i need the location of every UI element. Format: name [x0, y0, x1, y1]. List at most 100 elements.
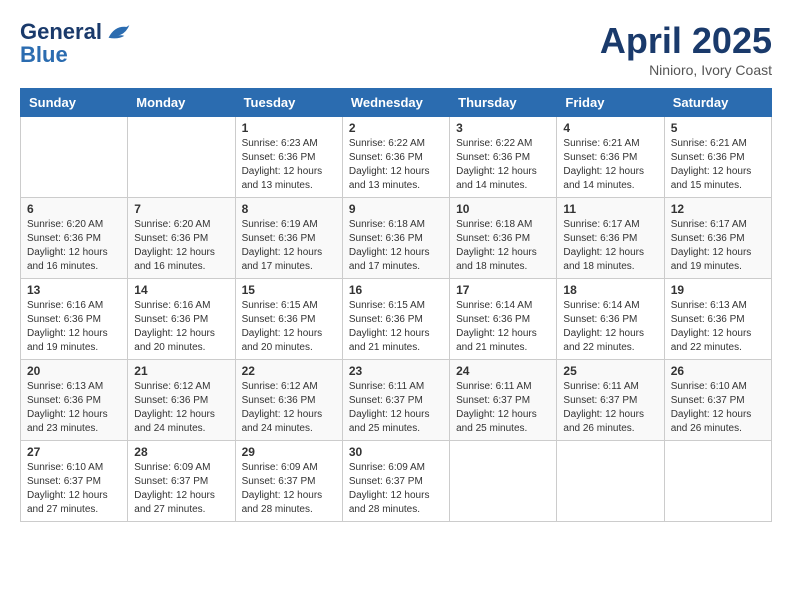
day-info: Sunrise: 6:15 AMSunset: 6:36 PMDaylight:… — [242, 299, 336, 355]
week-row-5: 27Sunrise: 6:10 AMSunset: 6:37 PMDayligh… — [21, 441, 772, 522]
day-number: 1 — [242, 121, 336, 135]
day-number: 24 — [456, 364, 550, 378]
day-cell: 2 Sunrise: 6:22 AMSunset: 6:36 PMDaylight… — [342, 117, 449, 198]
day-number: 16 — [349, 283, 443, 297]
day-cell: 13Sunrise: 6:16 AMSunset: 6:36 PMDayligh… — [21, 279, 128, 360]
day-cell: 10 Sunrise: 6:18 AMSunset: 6:36 PMDayligh… — [450, 198, 557, 279]
day-number: 8 — [242, 202, 336, 216]
day-info: Sunrise: 6:22 AMSunset: 6:36 PMDaylight:… — [349, 137, 443, 193]
day-number: 9 — [349, 202, 443, 216]
day-number: 19 — [671, 283, 765, 297]
day-info: Sunrise: 6:11 AMSunset: 6:37 PMDaylight:… — [349, 380, 443, 436]
day-info: Sunrise: 6:15 AMSunset: 6:36 PMDaylight:… — [349, 299, 443, 355]
week-row-1: 1 Sunrise: 6:23 AMSunset: 6:36 PMDaylight… — [21, 117, 772, 198]
day-cell: 5 Sunrise: 6:21 AMSunset: 6:36 PMDaylight… — [664, 117, 771, 198]
weekday-header-tuesday: Tuesday — [235, 89, 342, 117]
logo-text: General — [20, 20, 132, 44]
day-number: 25 — [563, 364, 657, 378]
day-cell — [664, 441, 771, 522]
day-info: Sunrise: 6:18 AMSunset: 6:36 PMDaylight:… — [456, 218, 550, 274]
day-info: Sunrise: 6:09 AMSunset: 6:37 PMDaylight:… — [242, 461, 336, 517]
day-cell: 14Sunrise: 6:16 AMSunset: 6:36 PMDayligh… — [128, 279, 235, 360]
day-cell: 11 Sunrise: 6:17 AMSunset: 6:36 PMDayligh… — [557, 198, 664, 279]
day-number: 18 — [563, 283, 657, 297]
day-number: 7 — [134, 202, 228, 216]
day-number: 2 — [349, 121, 443, 135]
day-number: 27 — [27, 445, 121, 459]
day-cell — [450, 441, 557, 522]
day-info: Sunrise: 6:18 AMSunset: 6:36 PMDaylight:… — [349, 218, 443, 274]
day-cell: 22 Sunrise: 6:12 AMSunset: 6:36 PMDayligh… — [235, 360, 342, 441]
day-cell — [128, 117, 235, 198]
logo: General Blue — [20, 20, 132, 66]
day-cell: 21 Sunrise: 6:12 AMSunset: 6:36 PMDayligh… — [128, 360, 235, 441]
day-cell: 17Sunrise: 6:14 AMSunset: 6:36 PMDayligh… — [450, 279, 557, 360]
day-number: 20 — [27, 364, 121, 378]
week-row-4: 20Sunrise: 6:13 AMSunset: 6:36 PMDayligh… — [21, 360, 772, 441]
day-cell: 7 Sunrise: 6:20 AMSunset: 6:36 PMDaylight… — [128, 198, 235, 279]
day-cell — [557, 441, 664, 522]
weekday-header-saturday: Saturday — [664, 89, 771, 117]
day-cell: 1 Sunrise: 6:23 AMSunset: 6:36 PMDaylight… — [235, 117, 342, 198]
day-cell: 18 Sunrise: 6:14 AMSunset: 6:36 PMDayligh… — [557, 279, 664, 360]
day-info: Sunrise: 6:17 AMSunset: 6:36 PMDaylight:… — [671, 218, 765, 274]
day-info: Sunrise: 6:21 AMSunset: 6:36 PMDaylight:… — [671, 137, 765, 193]
day-info: Sunrise: 6:23 AMSunset: 6:36 PMDaylight:… — [242, 137, 336, 193]
day-number: 26 — [671, 364, 765, 378]
day-info: Sunrise: 6:09 AMSunset: 6:37 PMDaylight:… — [134, 461, 228, 517]
weekday-header-wednesday: Wednesday — [342, 89, 449, 117]
title-block: April 2025 Ninioro, Ivory Coast — [600, 20, 772, 78]
day-cell: 4 Sunrise: 6:21 AMSunset: 6:36 PMDaylight… — [557, 117, 664, 198]
day-info: Sunrise: 6:11 AMSunset: 6:37 PMDaylight:… — [456, 380, 550, 436]
day-cell: 27Sunrise: 6:10 AMSunset: 6:37 PMDayligh… — [21, 441, 128, 522]
day-info: Sunrise: 6:10 AMSunset: 6:37 PMDaylight:… — [671, 380, 765, 436]
day-cell: 29 Sunrise: 6:09 AMSunset: 6:37 PMDayligh… — [235, 441, 342, 522]
day-cell: 28 Sunrise: 6:09 AMSunset: 6:37 PMDayligh… — [128, 441, 235, 522]
day-cell: 23Sunrise: 6:11 AMSunset: 6:37 PMDayligh… — [342, 360, 449, 441]
day-info: Sunrise: 6:14 AMSunset: 6:36 PMDaylight:… — [456, 299, 550, 355]
day-info: Sunrise: 6:11 AMSunset: 6:37 PMDaylight:… — [563, 380, 657, 436]
day-info: Sunrise: 6:17 AMSunset: 6:36 PMDaylight:… — [563, 218, 657, 274]
day-number: 22 — [242, 364, 336, 378]
week-row-2: 6 Sunrise: 6:20 AMSunset: 6:36 PMDaylight… — [21, 198, 772, 279]
day-info: Sunrise: 6:14 AMSunset: 6:36 PMDaylight:… — [563, 299, 657, 355]
day-info: Sunrise: 6:09 AMSunset: 6:37 PMDaylight:… — [349, 461, 443, 517]
day-cell: 20Sunrise: 6:13 AMSunset: 6:36 PMDayligh… — [21, 360, 128, 441]
weekday-header-sunday: Sunday — [21, 89, 128, 117]
day-number: 28 — [134, 445, 228, 459]
logo-blue: Blue — [20, 44, 132, 66]
day-info: Sunrise: 6:21 AMSunset: 6:36 PMDaylight:… — [563, 137, 657, 193]
day-number: 14 — [134, 283, 228, 297]
day-cell: 26 Sunrise: 6:10 AMSunset: 6:37 PMDayligh… — [664, 360, 771, 441]
day-info: Sunrise: 6:20 AMSunset: 6:36 PMDaylight:… — [134, 218, 228, 274]
logo-bird-icon — [104, 22, 132, 44]
calendar-table: SundayMondayTuesdayWednesdayThursdayFrid… — [20, 88, 772, 522]
day-info: Sunrise: 6:12 AMSunset: 6:36 PMDaylight:… — [242, 380, 336, 436]
day-number: 4 — [563, 121, 657, 135]
day-cell: 8 Sunrise: 6:19 AMSunset: 6:36 PMDaylight… — [235, 198, 342, 279]
week-row-3: 13Sunrise: 6:16 AMSunset: 6:36 PMDayligh… — [21, 279, 772, 360]
day-cell: 19Sunrise: 6:13 AMSunset: 6:36 PMDayligh… — [664, 279, 771, 360]
day-cell — [21, 117, 128, 198]
weekday-header-friday: Friday — [557, 89, 664, 117]
day-info: Sunrise: 6:12 AMSunset: 6:36 PMDaylight:… — [134, 380, 228, 436]
weekday-header-row: SundayMondayTuesdayWednesdayThursdayFrid… — [21, 89, 772, 117]
day-number: 10 — [456, 202, 550, 216]
day-cell: 9 Sunrise: 6:18 AMSunset: 6:36 PMDaylight… — [342, 198, 449, 279]
day-number: 13 — [27, 283, 121, 297]
day-number: 12 — [671, 202, 765, 216]
day-cell: 30Sunrise: 6:09 AMSunset: 6:37 PMDayligh… — [342, 441, 449, 522]
day-number: 11 — [563, 202, 657, 216]
day-info: Sunrise: 6:22 AMSunset: 6:36 PMDaylight:… — [456, 137, 550, 193]
day-info: Sunrise: 6:19 AMSunset: 6:36 PMDaylight:… — [242, 218, 336, 274]
day-cell: 24 Sunrise: 6:11 AMSunset: 6:37 PMDayligh… — [450, 360, 557, 441]
weekday-header-monday: Monday — [128, 89, 235, 117]
day-number: 29 — [242, 445, 336, 459]
day-cell: 3Sunrise: 6:22 AMSunset: 6:36 PMDaylight… — [450, 117, 557, 198]
day-cell: 25 Sunrise: 6:11 AMSunset: 6:37 PMDayligh… — [557, 360, 664, 441]
day-number: 6 — [27, 202, 121, 216]
day-number: 21 — [134, 364, 228, 378]
day-cell: 12 Sunrise: 6:17 AMSunset: 6:36 PMDayligh… — [664, 198, 771, 279]
day-number: 5 — [671, 121, 765, 135]
day-cell: 6Sunrise: 6:20 AMSunset: 6:36 PMDaylight… — [21, 198, 128, 279]
